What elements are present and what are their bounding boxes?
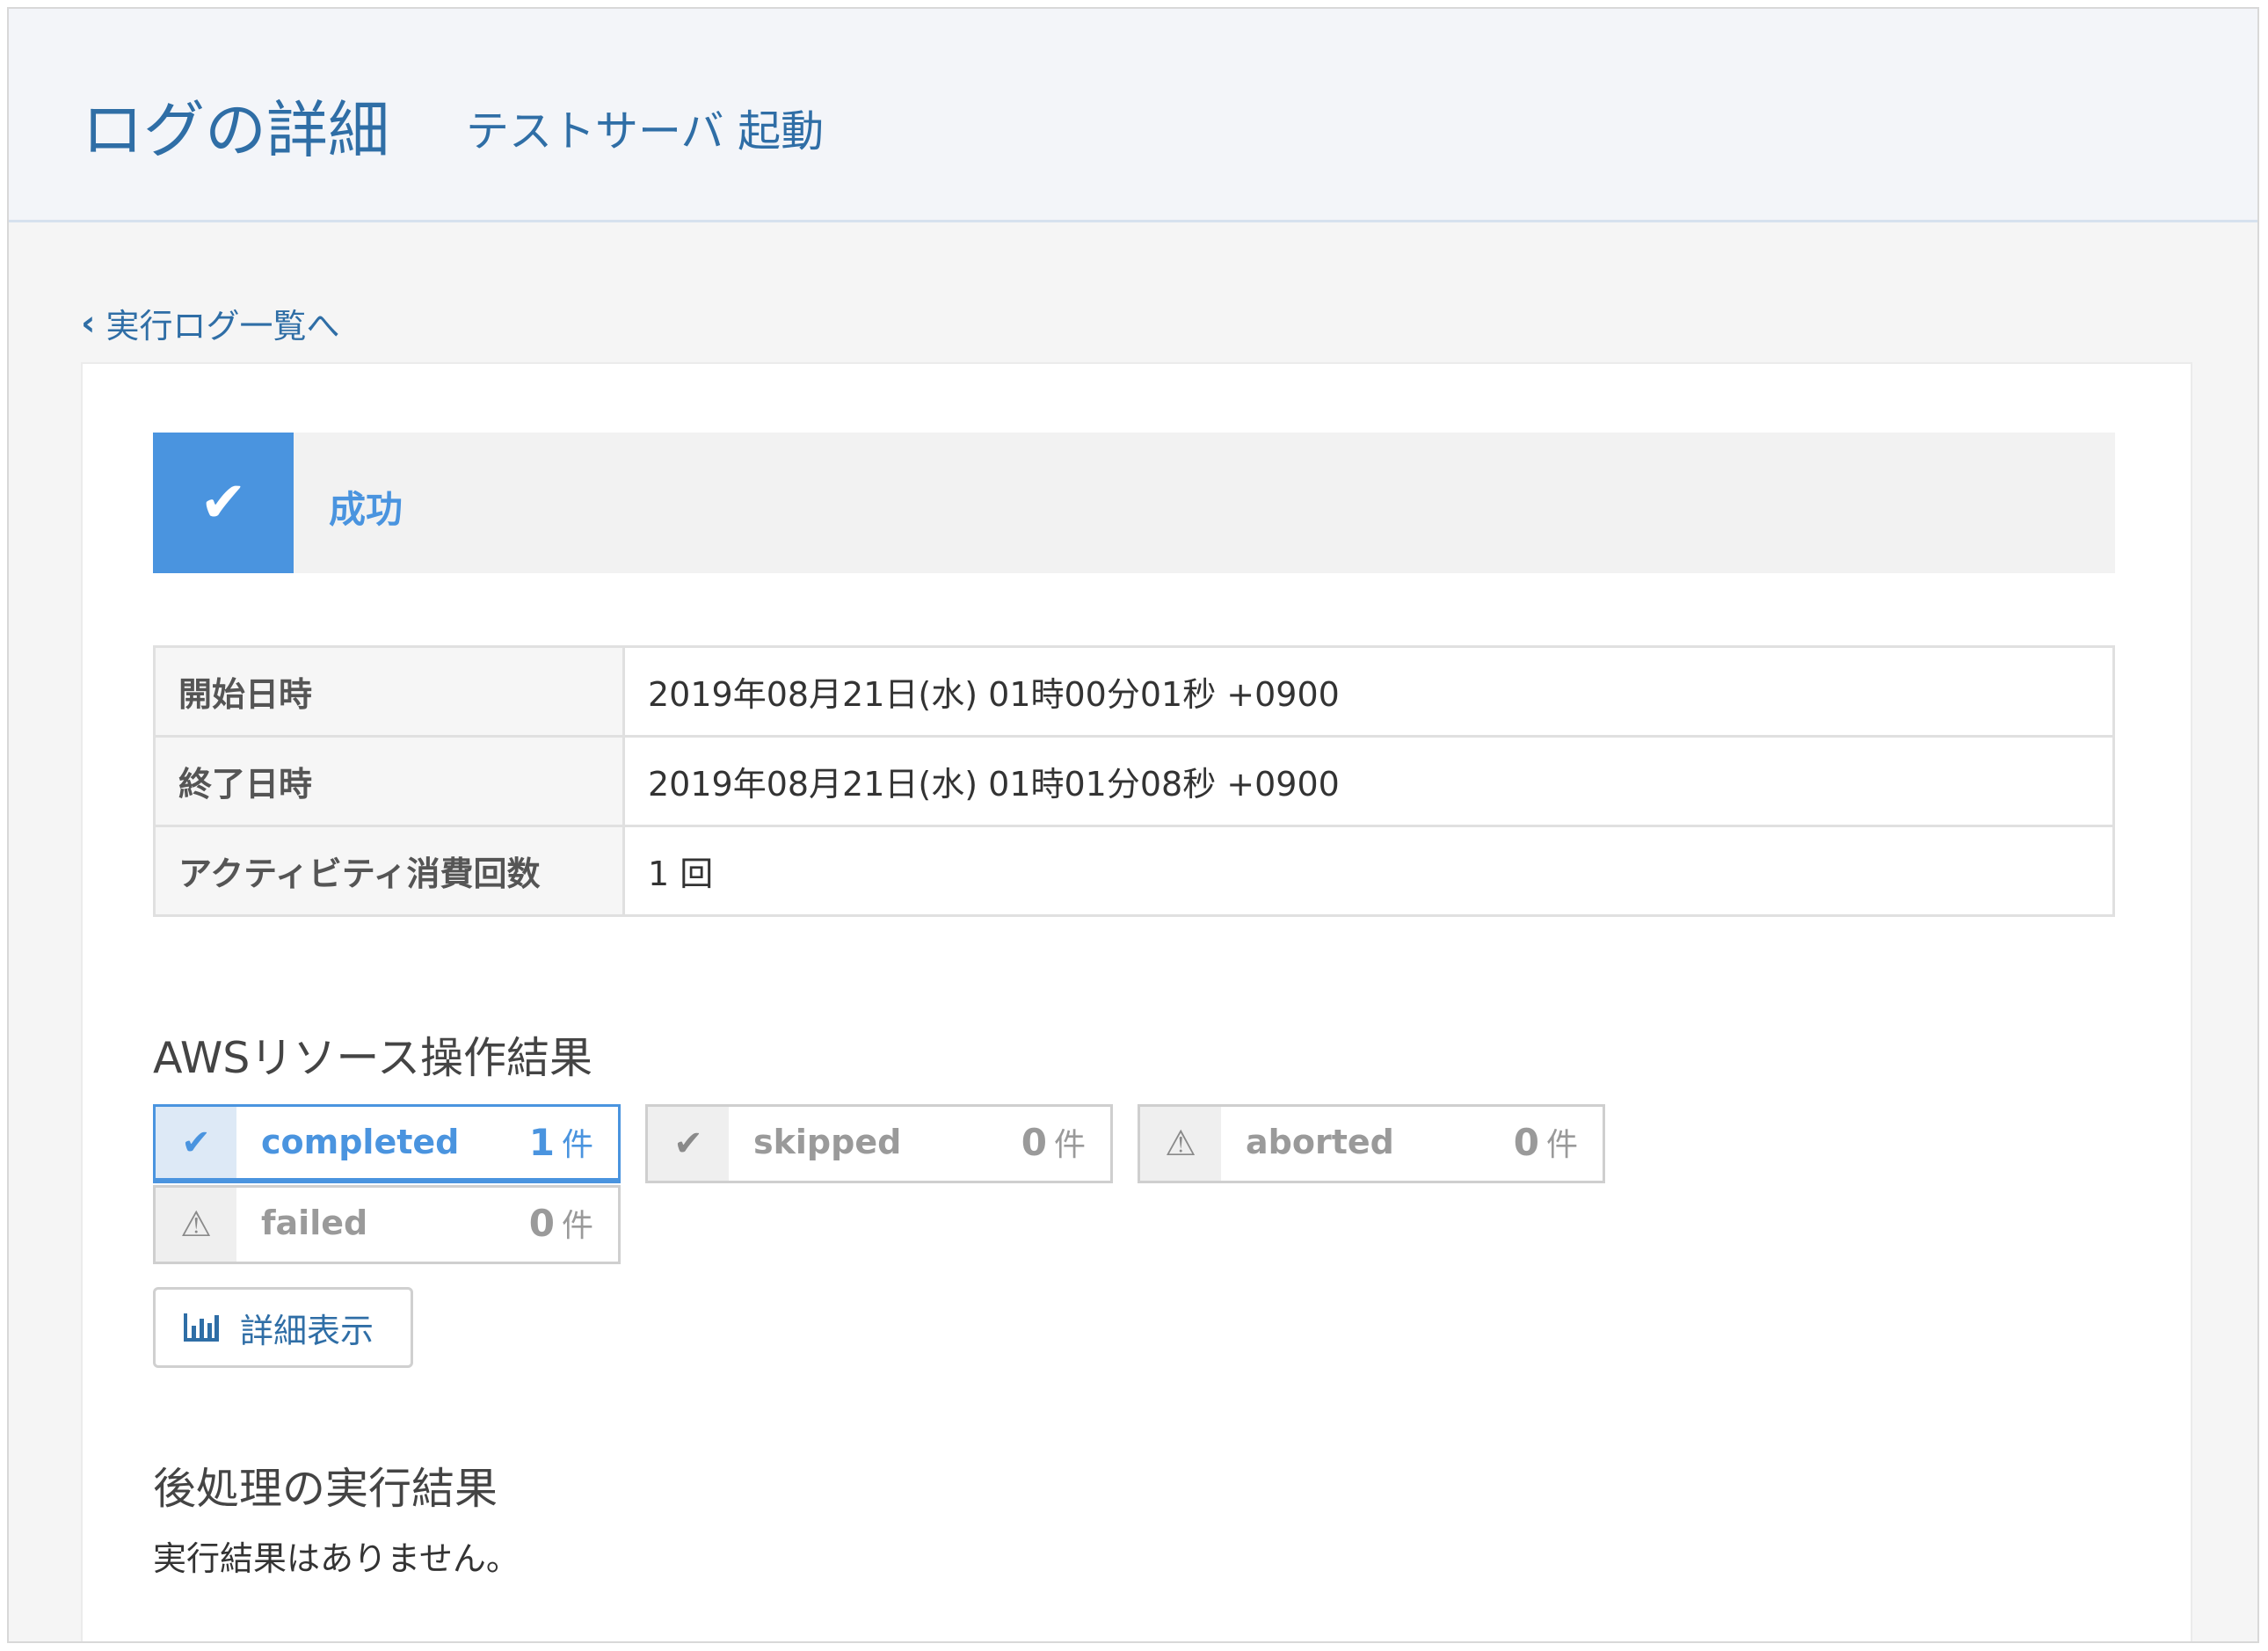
table-row: 開始日時 2019年08月21日(水) 01時00分01秒 +0900 <box>153 645 2115 738</box>
row-value: 2019年08月21日(水) 01時01分08秒 +0900 <box>622 735 2115 827</box>
chip-count: 0件 <box>1021 1121 1086 1164</box>
result-failed-chip[interactable]: ⚠ failed 0件 <box>153 1185 621 1264</box>
result-completed-chip[interactable]: ✔ completed 1件 <box>153 1104 621 1183</box>
show-details-button[interactable]: 詳細表示 <box>153 1287 413 1368</box>
chip-label: completed <box>261 1123 460 1161</box>
page-title: ログの詳細 <box>82 94 389 166</box>
check-icon: ✔ <box>156 1107 236 1178</box>
chip-label: failed <box>261 1204 368 1242</box>
row-key: 終了日時 <box>153 735 625 827</box>
chip-count: 1件 <box>528 1121 593 1164</box>
chip-count: 0件 <box>1513 1121 1578 1164</box>
row-value: 2019年08月21日(水) 01時00分01秒 +0900 <box>622 645 2115 738</box>
back-to-log-list-link[interactable]: ‹ 実行ログ一覧へ <box>81 299 340 347</box>
row-value: 1 回 <box>622 825 2115 917</box>
check-icon: ✔ <box>648 1107 729 1181</box>
bar-chart-icon <box>184 1313 219 1342</box>
chevron-left-icon: ‹ <box>81 302 96 344</box>
run-info-table: 開始日時 2019年08月21日(水) 01時00分01秒 +0900 終了日時… <box>153 645 2115 917</box>
post-process-title: 後処理の実行結果 <box>153 1464 498 1514</box>
chip-count: 0件 <box>528 1202 593 1245</box>
chip-label: aborted <box>1246 1123 1394 1161</box>
table-row: 終了日時 2019年08月21日(水) 01時01分08秒 +0900 <box>153 735 2115 827</box>
log-detail-window: ログの詳細 テストサーバ 起動 ‹ 実行ログ一覧へ ✔ 成功 開始日時 2019… <box>7 7 2259 1643</box>
status-label: 成功 <box>329 488 403 531</box>
chip-label: skipped <box>753 1123 902 1161</box>
row-key: 開始日時 <box>153 645 625 738</box>
status-banner: ✔ 成功 <box>153 433 2115 573</box>
warning-icon: ⚠ <box>1140 1107 1221 1181</box>
row-key: アクティビティ消費回数 <box>153 825 625 917</box>
post-process-empty-text: 実行結果はありません。 <box>153 1539 520 1578</box>
table-row: アクティビティ消費回数 1 回 <box>153 825 2115 917</box>
job-name: テストサーバ 起動 <box>466 106 825 156</box>
back-link-label: 実行ログ一覧へ <box>105 307 340 345</box>
log-detail-card: ✔ 成功 開始日時 2019年08月21日(水) 01時00分01秒 +0900… <box>81 362 2192 1641</box>
warning-icon: ⚠ <box>156 1188 236 1262</box>
result-aborted-chip[interactable]: ⚠ aborted 0件 <box>1138 1104 1605 1183</box>
page-header: ログの詳細 テストサーバ 起動 <box>9 9 2257 222</box>
result-skipped-chip[interactable]: ✔ skipped 0件 <box>645 1104 1113 1183</box>
show-details-label: 詳細表示 <box>240 1311 374 1350</box>
check-icon: ✔ <box>153 433 294 573</box>
aws-results-title: AWSリソース操作結果 <box>153 1033 592 1083</box>
